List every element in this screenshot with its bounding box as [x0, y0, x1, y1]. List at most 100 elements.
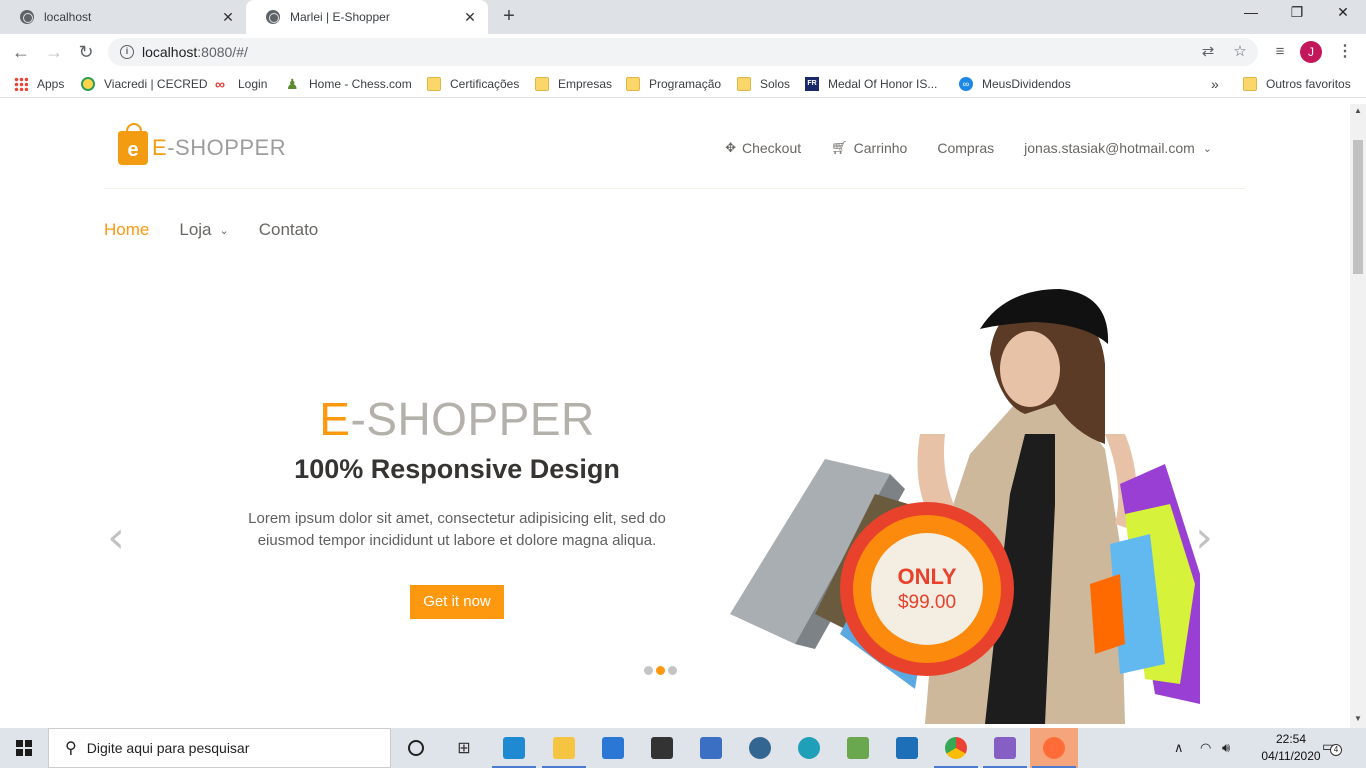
windows-logo-icon — [16, 740, 32, 756]
tab-eshopper[interactable]: Marlei | E-Shopper ✕ — [246, 0, 488, 34]
bookmark-label: Apps — [37, 77, 65, 91]
globe-icon — [20, 10, 34, 24]
cortana-icon[interactable] — [392, 728, 440, 768]
nav-loja[interactable]: Loja ⌄ — [179, 220, 228, 240]
remote-square — [700, 737, 722, 759]
bookmark-label: Login — [238, 77, 268, 91]
forward-button[interactable]: → — [42, 40, 66, 64]
bookmark-apps[interactable]: Apps — [14, 75, 64, 93]
cart-link[interactable]: 🛒︎ Carrinho — [831, 140, 907, 156]
logo-rest: -SHOPPER — [167, 135, 287, 160]
close-icon[interactable]: ✕ — [462, 9, 478, 26]
chrome-square — [945, 737, 967, 759]
bookmark-programacao[interactable]: Programação — [626, 75, 721, 93]
fr-icon: FR — [805, 77, 819, 91]
notifications-icon[interactable]: ▭ 4 — [1322, 738, 1342, 756]
slider-text: Lorem ipsum dolor sit amet, consectetur … — [227, 508, 687, 552]
postman-icon[interactable] — [1030, 728, 1078, 768]
mail-square — [602, 737, 624, 759]
bookmark-login[interactable]: ∞ Login — [215, 75, 267, 93]
tray-chevron-icon[interactable]: ∧ — [1174, 728, 1184, 768]
scroll-up-arrow[interactable]: ▲ — [1350, 104, 1366, 118]
chrome-icon[interactable] — [932, 728, 980, 768]
nav-home[interactable]: Home — [104, 220, 149, 240]
mail-icon[interactable] — [589, 728, 637, 768]
taskbar-search[interactable]: ⚲ Digite aqui para pesquisar — [48, 728, 391, 768]
logo-prefix: E — [152, 135, 168, 160]
bookmark-label: MeusDividendos — [982, 77, 1071, 91]
menu-icon[interactable]: ⋮ — [1336, 40, 1354, 64]
bookmark-label: Outros favoritos — [1266, 77, 1351, 91]
new-tab-button[interactable]: + — [497, 6, 521, 28]
file-explorer-icon[interactable] — [540, 728, 588, 768]
bookmark-empresas[interactable]: Empresas — [535, 75, 612, 93]
scrollbar-thumb[interactable] — [1353, 140, 1363, 274]
nav-contato[interactable]: Contato — [259, 220, 319, 240]
store-icon[interactable] — [638, 728, 686, 768]
page-scrollbar[interactable]: ▲ ▼ — [1350, 104, 1366, 728]
tab-title: Marlei | E-Shopper — [290, 10, 390, 24]
vscode-square — [503, 737, 525, 759]
site-logo[interactable]: e E-SHOPPER — [118, 123, 287, 168]
postgres-icon[interactable] — [736, 728, 784, 768]
bookmark-certificacoes[interactable]: Certificações — [427, 75, 519, 93]
slide-indicator[interactable] — [644, 666, 653, 675]
get-it-now-button[interactable]: Get it now — [410, 585, 504, 619]
start-button[interactable] — [0, 728, 48, 768]
bookmarks-overflow-button[interactable]: » — [1211, 75, 1219, 93]
vscode-icon[interactable] — [490, 728, 538, 768]
chess-pawn-icon: ♟ — [286, 76, 299, 92]
wifi-icon[interactable]: ◠ — [1200, 728, 1211, 768]
address-bar[interactable]: i localhost:8080/#/ ⇄ ☆ — [108, 38, 1258, 66]
slider-prev-button[interactable]: ‹ — [104, 514, 128, 562]
reload-button[interactable]: ↻ — [74, 40, 98, 64]
bookmark-viacredi[interactable]: Viacredi | CECRED — [81, 75, 208, 93]
minimize-button[interactable]: — — [1228, 4, 1274, 26]
spreadsheet-icon[interactable] — [834, 728, 882, 768]
slide-indicator-active[interactable] — [656, 666, 665, 675]
search-icon: ⚲ — [65, 740, 77, 757]
system-clock[interactable]: 22:54 04/11/2020 — [1256, 731, 1326, 765]
close-icon[interactable]: ✕ — [220, 9, 236, 26]
close-window-button[interactable]: ✕ — [1320, 4, 1366, 26]
bookmark-label: Certificações — [450, 77, 520, 91]
chevron-down-icon: ⌄ — [1202, 142, 1212, 155]
restore-button[interactable]: ❐ — [1274, 4, 1320, 26]
notification-count: 4 — [1330, 744, 1342, 756]
account-email: jonas.stasiak@hotmail.com — [1024, 140, 1195, 156]
bookmark-chess[interactable]: ♟ Home - Chess.com — [286, 75, 412, 93]
bookmark-solos[interactable]: Solos — [737, 75, 790, 93]
volume-icon[interactable]: 🔊︎ — [1222, 728, 1230, 768]
checkout-link[interactable]: ✥ Checkout — [725, 140, 801, 156]
task-view-icon[interactable]: ⊞ — [440, 728, 488, 768]
star-icon[interactable]: ☆ — [1228, 38, 1252, 66]
bookmark-meusdividendos[interactable]: ∞ MeusDividendos — [959, 75, 1071, 93]
infinity-icon: ∞ — [215, 76, 225, 92]
windows-taskbar: ⚲ Digite aqui para pesquisar ⊞ ∧ ◠ 🔊︎ 22… — [0, 728, 1366, 768]
media-control-icon[interactable]: ≡ — [1268, 40, 1292, 64]
orange-bag — [1090, 574, 1125, 654]
orders-link[interactable]: Compras — [937, 140, 994, 156]
back-button[interactable]: ← — [9, 40, 33, 64]
nav-loja-label: Loja — [179, 220, 212, 239]
photos-icon[interactable] — [883, 728, 931, 768]
tab-title: localhost — [44, 10, 92, 24]
browser-tab-strip: localhost ✕ Marlei | E-Shopper ✕ + — ❐ ✕ — [0, 0, 1366, 34]
checkout-label: Checkout — [741, 140, 802, 156]
header-divider — [104, 188, 1245, 189]
visual-studio-icon[interactable] — [981, 728, 1029, 768]
translate-icon[interactable]: ⇄ — [1196, 38, 1220, 66]
scroll-down-arrow[interactable]: ▼ — [1350, 712, 1366, 726]
orders-label: Compras — [937, 140, 995, 156]
info-icon[interactable]: i — [120, 45, 134, 59]
globe-icon — [266, 10, 280, 24]
edge-icon[interactable] — [785, 728, 833, 768]
browser-toolbar: ← → ↻ i localhost:8080/#/ ⇄ ☆ ≡ J ⋮ — [0, 34, 1366, 70]
bookmark-outros-favoritos[interactable]: Outros favoritos — [1243, 75, 1351, 93]
remote-desktop-icon[interactable] — [687, 728, 735, 768]
account-dropdown[interactable]: jonas.stasiak@hotmail.com ⌄ — [1024, 140, 1212, 156]
bookmark-medal-of-honor[interactable]: FR Medal Of Honor IS... — [805, 75, 937, 93]
avatar[interactable]: J — [1300, 41, 1322, 63]
slide-indicator[interactable] — [668, 666, 677, 675]
tab-localhost[interactable]: localhost ✕ — [0, 0, 246, 34]
